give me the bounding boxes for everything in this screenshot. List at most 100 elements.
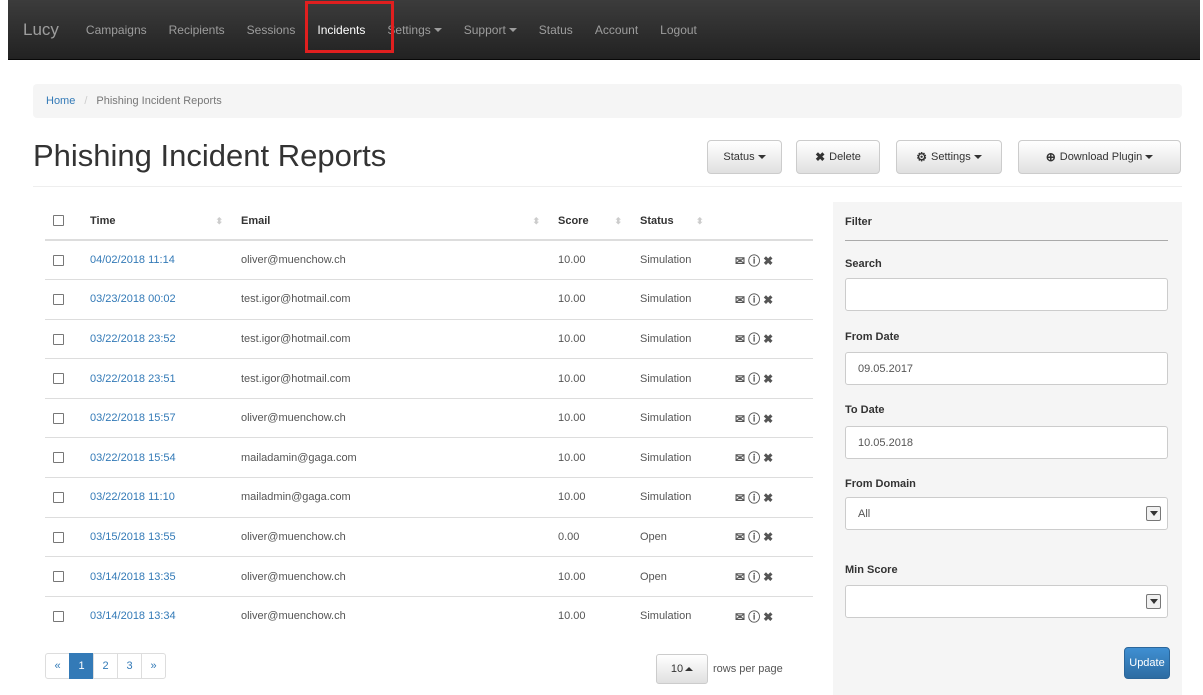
delete-icon[interactable]: ✖ (763, 293, 774, 307)
status-cell: Simulation (632, 358, 727, 399)
delete-icon[interactable]: ✖ (763, 570, 774, 584)
info-circle-icon[interactable]: ⓘ (748, 451, 761, 465)
email-cell: oliver@muenchow.ch (233, 556, 550, 597)
time-link[interactable]: 03/22/2018 23:52 (90, 333, 176, 345)
row-checkbox[interactable] (53, 610, 64, 622)
delete-icon[interactable]: ✖ (763, 491, 774, 505)
time-link[interactable]: 03/22/2018 11:10 (90, 491, 175, 503)
info-circle-icon[interactable]: ⓘ (748, 254, 761, 268)
envelope-icon[interactable]: ✉ (735, 254, 746, 268)
title-divider (33, 186, 1182, 187)
info-circle-icon[interactable]: ⓘ (748, 570, 761, 584)
row-checkbox[interactable] (53, 571, 64, 583)
envelope-icon[interactable]: ✉ (735, 372, 746, 386)
nav-account[interactable]: Account (584, 23, 649, 37)
col-email-header[interactable]: Email ⬍ (233, 202, 550, 241)
nav-incidents[interactable]: Incidents (305, 0, 395, 53)
info-circle-icon[interactable]: ⓘ (748, 332, 761, 346)
nav-recipients[interactable]: Recipients (158, 23, 236, 37)
table-row: 03/22/2018 15:57 oliver@muenchow.ch 10.0… (45, 397, 813, 438)
from-date-input[interactable]: 09.05.2017 (845, 352, 1168, 385)
pagination-prev[interactable]: « (45, 653, 70, 679)
envelope-icon[interactable]: ✉ (735, 451, 746, 465)
envelope-icon[interactable]: ✉ (735, 293, 746, 307)
row-checkbox[interactable] (53, 412, 64, 424)
nav-incidents-label: Incidents (317, 22, 366, 37)
download-plugin-button[interactable]: ⊕ Download Plugin (1018, 140, 1181, 174)
to-date-input[interactable]: 10.05.2018 (845, 426, 1168, 459)
time-link[interactable]: 03/14/2018 13:34 (90, 610, 176, 622)
row-checkbox[interactable] (53, 491, 64, 503)
time-link[interactable]: 03/14/2018 13:35 (90, 571, 176, 583)
rows-per-page-button[interactable]: 10 (656, 654, 708, 684)
pagination-page-2[interactable]: 2 (93, 653, 118, 679)
info-circle-icon[interactable]: ⓘ (748, 372, 761, 386)
row-checkbox[interactable] (53, 333, 64, 345)
row-checkbox[interactable] (53, 531, 64, 543)
row-checkbox[interactable] (53, 452, 64, 464)
row-checkbox[interactable] (53, 254, 64, 266)
pagination-page-3[interactable]: 3 (117, 653, 142, 679)
select-all-checkbox[interactable] (53, 215, 64, 227)
nav-support[interactable]: Support (453, 23, 528, 37)
score-cell: 10.00 (550, 437, 632, 478)
breadcrumb-home-link[interactable]: Home (46, 95, 75, 107)
min-score-select[interactable] (845, 585, 1168, 618)
time-cell: 03/14/2018 13:34 (82, 595, 233, 636)
envelope-icon[interactable]: ✉ (735, 570, 746, 584)
info-circle-icon[interactable]: ⓘ (748, 491, 761, 505)
row-checkbox[interactable] (53, 293, 64, 305)
update-button[interactable]: Update (1124, 647, 1170, 679)
delete-icon[interactable]: ✖ (763, 254, 774, 268)
settings-dropdown-button[interactable]: ⚙ Settings (896, 140, 1002, 174)
table-row: 03/14/2018 13:34 oliver@muenchow.ch 10.0… (45, 595, 813, 636)
search-input[interactable] (845, 278, 1168, 311)
nav-logout[interactable]: Logout (649, 23, 708, 37)
time-cell: 03/22/2018 23:52 (82, 318, 233, 359)
envelope-icon[interactable]: ✉ (735, 332, 746, 346)
brand-logo[interactable]: Lucy (8, 20, 75, 40)
delete-icon[interactable]: ✖ (763, 530, 774, 544)
delete-button[interactable]: ✖ Delete (796, 140, 880, 174)
col-status-label: Status (640, 214, 674, 227)
time-link[interactable]: 03/22/2018 15:54 (90, 452, 176, 464)
pagination-page-1[interactable]: 1 (69, 653, 94, 679)
delete-icon[interactable]: ✖ (763, 372, 774, 386)
time-link[interactable]: 03/22/2018 15:57 (90, 412, 176, 424)
time-link[interactable]: 03/15/2018 13:55 (90, 531, 176, 543)
envelope-icon[interactable]: ✉ (735, 610, 746, 624)
caret-down-icon (1145, 155, 1154, 159)
nav-settings[interactable]: Settings (376, 23, 452, 37)
time-link[interactable]: 04/02/2018 11:14 (90, 254, 175, 266)
delete-icon[interactable]: ✖ (763, 332, 774, 346)
score-cell: 0.00 (550, 516, 632, 557)
info-circle-icon[interactable]: ⓘ (748, 293, 761, 307)
col-status-header[interactable]: Status ⬍ (632, 202, 727, 241)
info-circle-icon[interactable]: ⓘ (748, 412, 761, 426)
col-score-header[interactable]: Score ⬍ (550, 202, 632, 241)
envelope-icon[interactable]: ✉ (735, 491, 746, 505)
delete-icon[interactable]: ✖ (763, 451, 774, 465)
envelope-icon[interactable]: ✉ (735, 412, 746, 426)
time-link[interactable]: 03/22/2018 23:51 (90, 373, 176, 385)
envelope-icon[interactable]: ✉ (735, 530, 746, 544)
row-select-cell (45, 358, 82, 399)
from-domain-value: All (858, 507, 871, 520)
delete-icon[interactable]: ✖ (763, 412, 774, 426)
delete-icon[interactable]: ✖ (763, 610, 774, 624)
nav-campaigns[interactable]: Campaigns (75, 23, 158, 37)
info-circle-icon[interactable]: ⓘ (748, 610, 761, 624)
info-circle-icon[interactable]: ⓘ (748, 530, 761, 544)
nav-sessions[interactable]: Sessions (236, 23, 307, 37)
sort-icon: ⬍ (696, 216, 704, 226)
row-select-cell (45, 318, 82, 359)
nav-status[interactable]: Status (528, 23, 584, 37)
row-checkbox[interactable] (53, 373, 64, 385)
time-link[interactable]: 03/23/2018 00:02 (90, 293, 176, 305)
table-row: 03/22/2018 23:52 test.igor@hotmail.com 1… (45, 318, 813, 359)
pagination-next[interactable]: » (141, 653, 166, 679)
table-row: 04/02/2018 11:14 oliver@muenchow.ch 10.0… (45, 239, 813, 280)
from-domain-select[interactable]: All (845, 497, 1168, 530)
status-dropdown-button[interactable]: Status (707, 140, 782, 174)
col-time-header[interactable]: Time ⬍ (82, 202, 233, 241)
